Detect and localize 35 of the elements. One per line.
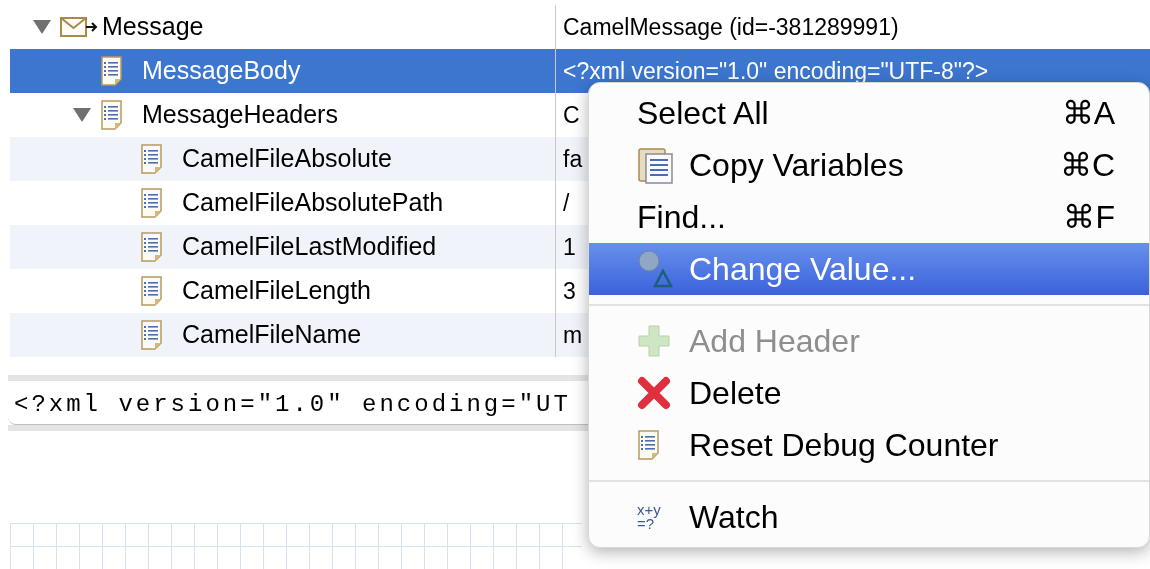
variable-name: MessageHeaders (142, 99, 338, 131)
variable-value: 1 (563, 232, 576, 262)
disclosure-triangle-icon[interactable] (72, 106, 92, 124)
detail-text: <?xml version="1.0" encoding="UT (14, 391, 571, 418)
variable-value: m (563, 320, 583, 350)
variable-value: <?xml version="1.0" encoding="UTF-8"?> (563, 56, 989, 86)
clipboard-icon (637, 145, 675, 185)
plus-icon (637, 324, 671, 358)
document-icon (140, 320, 164, 350)
variable-value: C (563, 100, 580, 130)
variable-value: CamelMessage (id=-381289991) (563, 12, 899, 42)
envelope-arrow-icon (60, 15, 100, 39)
document-icon (140, 232, 164, 262)
close-icon (637, 376, 671, 410)
variable-name: MessageBody (142, 55, 301, 87)
document-icon (140, 188, 164, 218)
variable-name: CamelFileName (182, 319, 362, 351)
document-icon (140, 144, 164, 174)
variable-value: / (563, 188, 570, 218)
expression-icon: x+y =? (637, 503, 675, 531)
variable-name: CamelFileLastModified (182, 231, 437, 263)
disclosure-triangle-icon[interactable] (32, 18, 52, 36)
variable-name: Message (102, 11, 204, 43)
menu-item[interactable]: Change Value... (589, 243, 1149, 295)
document-icon (100, 100, 124, 130)
variable-name: CamelFileAbsolute (182, 143, 392, 175)
variable-name: CamelFileAbsolutePath (182, 187, 444, 219)
menu-item[interactable]: x+y =? Watch (589, 491, 1149, 543)
variable-value: 3 (563, 276, 576, 306)
shortcut-text: ⌘A (1061, 94, 1115, 133)
variable-value: fa (563, 144, 583, 174)
document-icon (100, 56, 124, 86)
document-icon (637, 430, 661, 460)
document-icon (140, 276, 164, 306)
variable-name: CamelFileLength (182, 275, 371, 307)
